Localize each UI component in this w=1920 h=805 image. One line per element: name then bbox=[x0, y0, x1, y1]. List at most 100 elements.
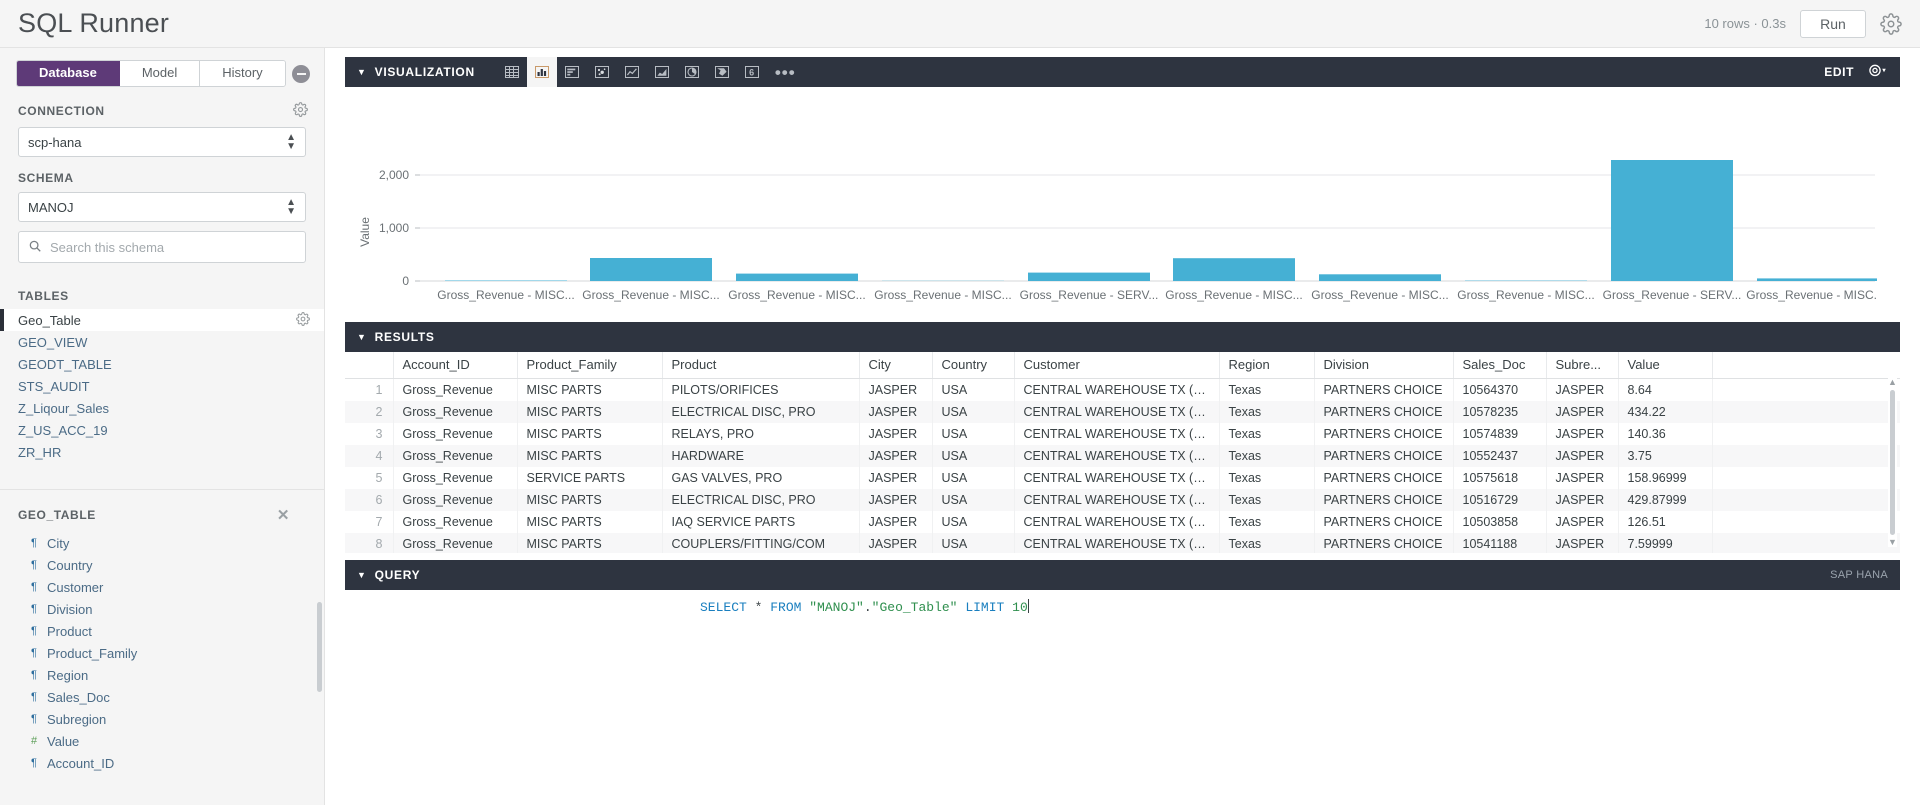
sql-code-line[interactable]: SELECT * FROM "MANOJ"."Geo_Table" LIMIT … bbox=[345, 599, 1900, 617]
table-row[interactable]: 7 Gross_Revenue MISC PARTS IAQ SERVICE P… bbox=[345, 511, 1900, 533]
run-button[interactable]: Run bbox=[1800, 9, 1866, 38]
sql-token: . bbox=[863, 600, 872, 615]
column-header-region[interactable]: Region bbox=[1218, 352, 1314, 379]
field-item-value[interactable]: # Value bbox=[0, 730, 324, 752]
map-chart-icon[interactable] bbox=[707, 57, 737, 87]
svg-text:1,000: 1,000 bbox=[379, 221, 409, 235]
gear-caret-icon[interactable] bbox=[1868, 64, 1888, 80]
table-item-sts-audit[interactable]: STS_AUDIT bbox=[0, 375, 324, 397]
chevron-updown-icon: ▲ ▼ bbox=[286, 197, 296, 217]
column-header-customer[interactable]: Customer bbox=[1013, 352, 1219, 379]
field-item-product-family[interactable]: ¶ Product_Family bbox=[0, 642, 324, 664]
field-item-country[interactable]: ¶ Country bbox=[0, 554, 324, 576]
column-chart-icon[interactable] bbox=[526, 57, 557, 87]
field-item-city[interactable]: ¶ City bbox=[0, 532, 324, 554]
schema-select[interactable]: MANOJ ▲ ▼ bbox=[18, 192, 306, 222]
column-header-division[interactable]: Division bbox=[1313, 352, 1453, 379]
schema-value: MANOJ bbox=[28, 199, 74, 215]
chevron-down-icon[interactable]: ▼ bbox=[357, 570, 367, 580]
column-header-city[interactable]: City bbox=[858, 352, 932, 379]
table-item-label: ZR_HR bbox=[18, 444, 62, 460]
close-icon[interactable]: ✕ bbox=[277, 506, 290, 524]
column-header-value[interactable]: Value bbox=[1617, 352, 1712, 379]
row-number: 7 bbox=[375, 515, 383, 529]
cell-region: Texas bbox=[1218, 378, 1314, 401]
field-item-account-id[interactable]: ¶ Account_ID bbox=[0, 752, 324, 774]
field-item-region[interactable]: ¶ Region bbox=[0, 664, 324, 686]
cell-account-id: Gross_Revenue bbox=[392, 401, 517, 423]
dimension-icon: ¶ bbox=[31, 559, 37, 571]
results-table-wrap[interactable]: Account_ID Product_Family Product City C… bbox=[345, 352, 1900, 553]
svg-text:Gross_Revenue - MISC...: Gross_Revenue - MISC... bbox=[437, 288, 574, 302]
connection-select-wrap: scp-hana ▲ ▼ bbox=[0, 124, 324, 166]
column-header-sales-doc[interactable]: Sales_Doc bbox=[1452, 352, 1546, 379]
table-item-z-liqour-sales[interactable]: Z_Liqour_Sales bbox=[0, 397, 324, 419]
column-header-product[interactable]: Product bbox=[661, 352, 859, 379]
table-row[interactable]: 6 Gross_Revenue MISC PARTS ELECTRICAL DI… bbox=[345, 489, 1900, 511]
column-header-product-family[interactable]: Product_Family bbox=[516, 352, 662, 379]
results-scrollbar[interactable]: ▲ ▼ bbox=[1888, 378, 1897, 547]
line-chart-icon[interactable] bbox=[617, 57, 647, 87]
field-item-customer[interactable]: ¶ Customer bbox=[0, 576, 324, 598]
fields-list: ¶ City ¶ Country ¶ Customer ¶ Division ¶… bbox=[0, 532, 324, 774]
bar-chart-icon[interactable] bbox=[557, 57, 587, 87]
table-row[interactable]: 1 Gross_Revenue MISC PARTS PILOTS/ORIFIC… bbox=[345, 378, 1900, 401]
sidebar-scrollbar[interactable] bbox=[317, 602, 322, 692]
field-item-subregion[interactable]: ¶ Subregion bbox=[0, 708, 324, 730]
edit-button[interactable]: EDIT bbox=[1824, 65, 1854, 79]
cell-value: 434.22 bbox=[1617, 401, 1712, 423]
sql-editor[interactable]: SELECT * FROM "MANOJ"."Geo_Table" LIMIT … bbox=[345, 590, 1900, 805]
column-header-account-id[interactable]: Account_ID bbox=[392, 352, 517, 379]
cell-division: PARTNERS CHOICE bbox=[1313, 467, 1453, 489]
scrollbar-thumb[interactable] bbox=[1890, 390, 1895, 535]
table-row[interactable]: 3 Gross_Revenue MISC PARTS RELAYS, PRO J… bbox=[345, 423, 1900, 445]
field-item-division[interactable]: ¶ Division bbox=[0, 598, 324, 620]
scatter-chart-icon[interactable] bbox=[587, 57, 617, 87]
gear-icon[interactable] bbox=[293, 102, 308, 120]
table-row[interactable]: 4 Gross_Revenue MISC PARTS HARDWARE JASP… bbox=[345, 445, 1900, 467]
column-header-country[interactable]: Country bbox=[931, 352, 1014, 379]
cell-product-family: MISC PARTS bbox=[516, 378, 662, 401]
table-item-geodt-table[interactable]: GEODT_TABLE bbox=[0, 353, 324, 375]
cell-subregion: JASPER bbox=[1545, 401, 1618, 423]
top-bar-actions: 10 rows · 0.3s Run bbox=[1704, 9, 1902, 38]
pie-chart-icon[interactable] bbox=[677, 57, 707, 87]
gear-icon[interactable] bbox=[296, 311, 310, 329]
gear-icon[interactable] bbox=[1880, 12, 1902, 35]
ellipsis-icon[interactable]: ••• bbox=[767, 64, 804, 81]
table-item-zr-hr[interactable]: ZR_HR bbox=[0, 441, 324, 463]
tab-history[interactable]: History bbox=[200, 61, 285, 86]
cell-city: JASPER bbox=[858, 489, 932, 511]
chevron-down-icon[interactable]: ▼ bbox=[357, 332, 367, 342]
tab-model[interactable]: Model bbox=[119, 61, 201, 86]
table-item-z-us-acc-19[interactable]: Z_US_ACC_19 bbox=[0, 419, 324, 441]
table-icon[interactable] bbox=[497, 57, 527, 87]
field-item-sales-doc[interactable]: ¶ Sales_Doc bbox=[0, 686, 324, 708]
chevron-down-icon[interactable]: ▼ bbox=[357, 67, 367, 77]
minus-circle-icon[interactable] bbox=[292, 64, 310, 83]
cell-product-family: MISC PARTS bbox=[516, 423, 662, 445]
svg-text:Gross_Revenue - MISC...: Gross_Revenue - MISC... bbox=[874, 288, 1011, 302]
field-item-product[interactable]: ¶ Product bbox=[0, 620, 324, 642]
connection-select[interactable]: scp-hana ▲ ▼ bbox=[18, 127, 306, 157]
dimension-icon: ¶ bbox=[31, 537, 37, 549]
results-header: ▼ RESULTS bbox=[345, 322, 1900, 352]
column-header-subregion[interactable]: Subre... bbox=[1545, 352, 1618, 379]
chevron-down-icon[interactable]: ▼ bbox=[1888, 538, 1897, 547]
table-item-geo-view[interactable]: GEO_VIEW bbox=[0, 331, 324, 353]
tab-database[interactable]: Database bbox=[17, 61, 120, 86]
cell-value: 126.51 bbox=[1617, 511, 1712, 533]
table-item-label: GEODT_TABLE bbox=[18, 356, 112, 372]
cell-subregion: JASPER bbox=[1545, 489, 1618, 511]
cell-product: ELECTRICAL DISC, PRO bbox=[661, 489, 859, 511]
table-row[interactable]: 5 Gross_Revenue SERVICE PARTS GAS VALVES… bbox=[345, 467, 1900, 489]
dimension-icon: ¶ bbox=[31, 669, 37, 681]
area-chart-icon[interactable] bbox=[647, 57, 677, 87]
table-row[interactable]: 8 Gross_Revenue MISC PARTS COUPLERS/FITT… bbox=[345, 533, 1900, 553]
chevron-up-icon[interactable]: ▲ bbox=[1888, 378, 1897, 387]
cell-account-id: Gross_Revenue bbox=[392, 378, 517, 401]
table-row[interactable]: 2 Gross_Revenue MISC PARTS ELECTRICAL DI… bbox=[345, 401, 1900, 423]
single-value-icon[interactable]: 6 bbox=[737, 57, 767, 87]
table-item-geo-table[interactable]: Geo_Table bbox=[0, 309, 324, 331]
search-input[interactable]: Search this schema bbox=[18, 231, 306, 263]
